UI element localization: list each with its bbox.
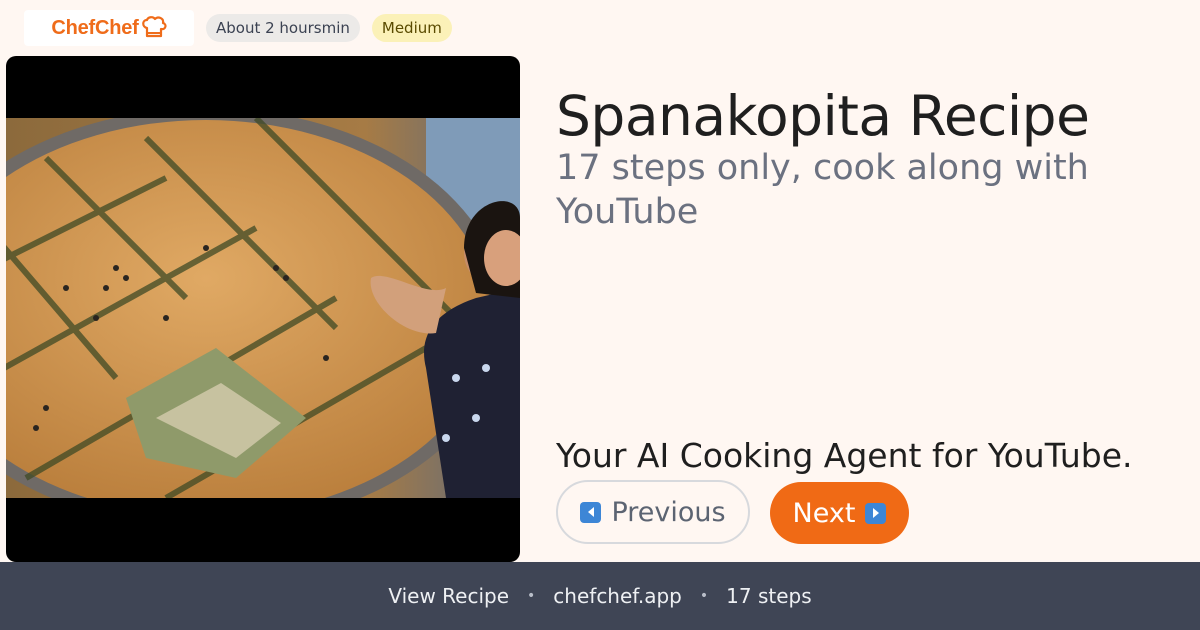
brand-name: ChefChef [51,16,139,39]
video-player[interactable] [6,56,520,562]
left-arrow-icon [580,501,602,523]
view-recipe-link[interactable]: View Recipe [388,584,509,608]
difficulty-badge: Medium [371,14,452,42]
chef-hat-icon [141,16,167,38]
recipe-subtitle: 17 steps only, cook along with YouTube [556,148,1089,232]
next-button-label: Next [792,497,856,529]
top-bar: ChefChef About 2 hoursmin Medium [24,10,452,46]
tagline: Your AI Cooking Agent for YouTube. [556,436,1133,475]
recipe-title: Spanakopita Recipe [556,84,1090,148]
footer-separator: • [699,588,709,604]
right-arrow-icon [865,502,887,524]
recipe-thumbnail-image [6,118,520,498]
previous-button-label: Previous [611,496,726,528]
previous-button[interactable]: Previous [556,480,750,544]
next-button[interactable]: Next [770,482,909,544]
brand-logo[interactable]: ChefChef [24,10,194,46]
step-count: 17 steps [726,584,812,608]
site-domain-link[interactable]: chefchef.app [553,584,682,608]
footer-bar: View Recipe • chefchef.app • 17 steps [0,562,1200,630]
cook-time-badge: About 2 hoursmin [206,14,360,42]
footer-separator: • [527,588,536,604]
